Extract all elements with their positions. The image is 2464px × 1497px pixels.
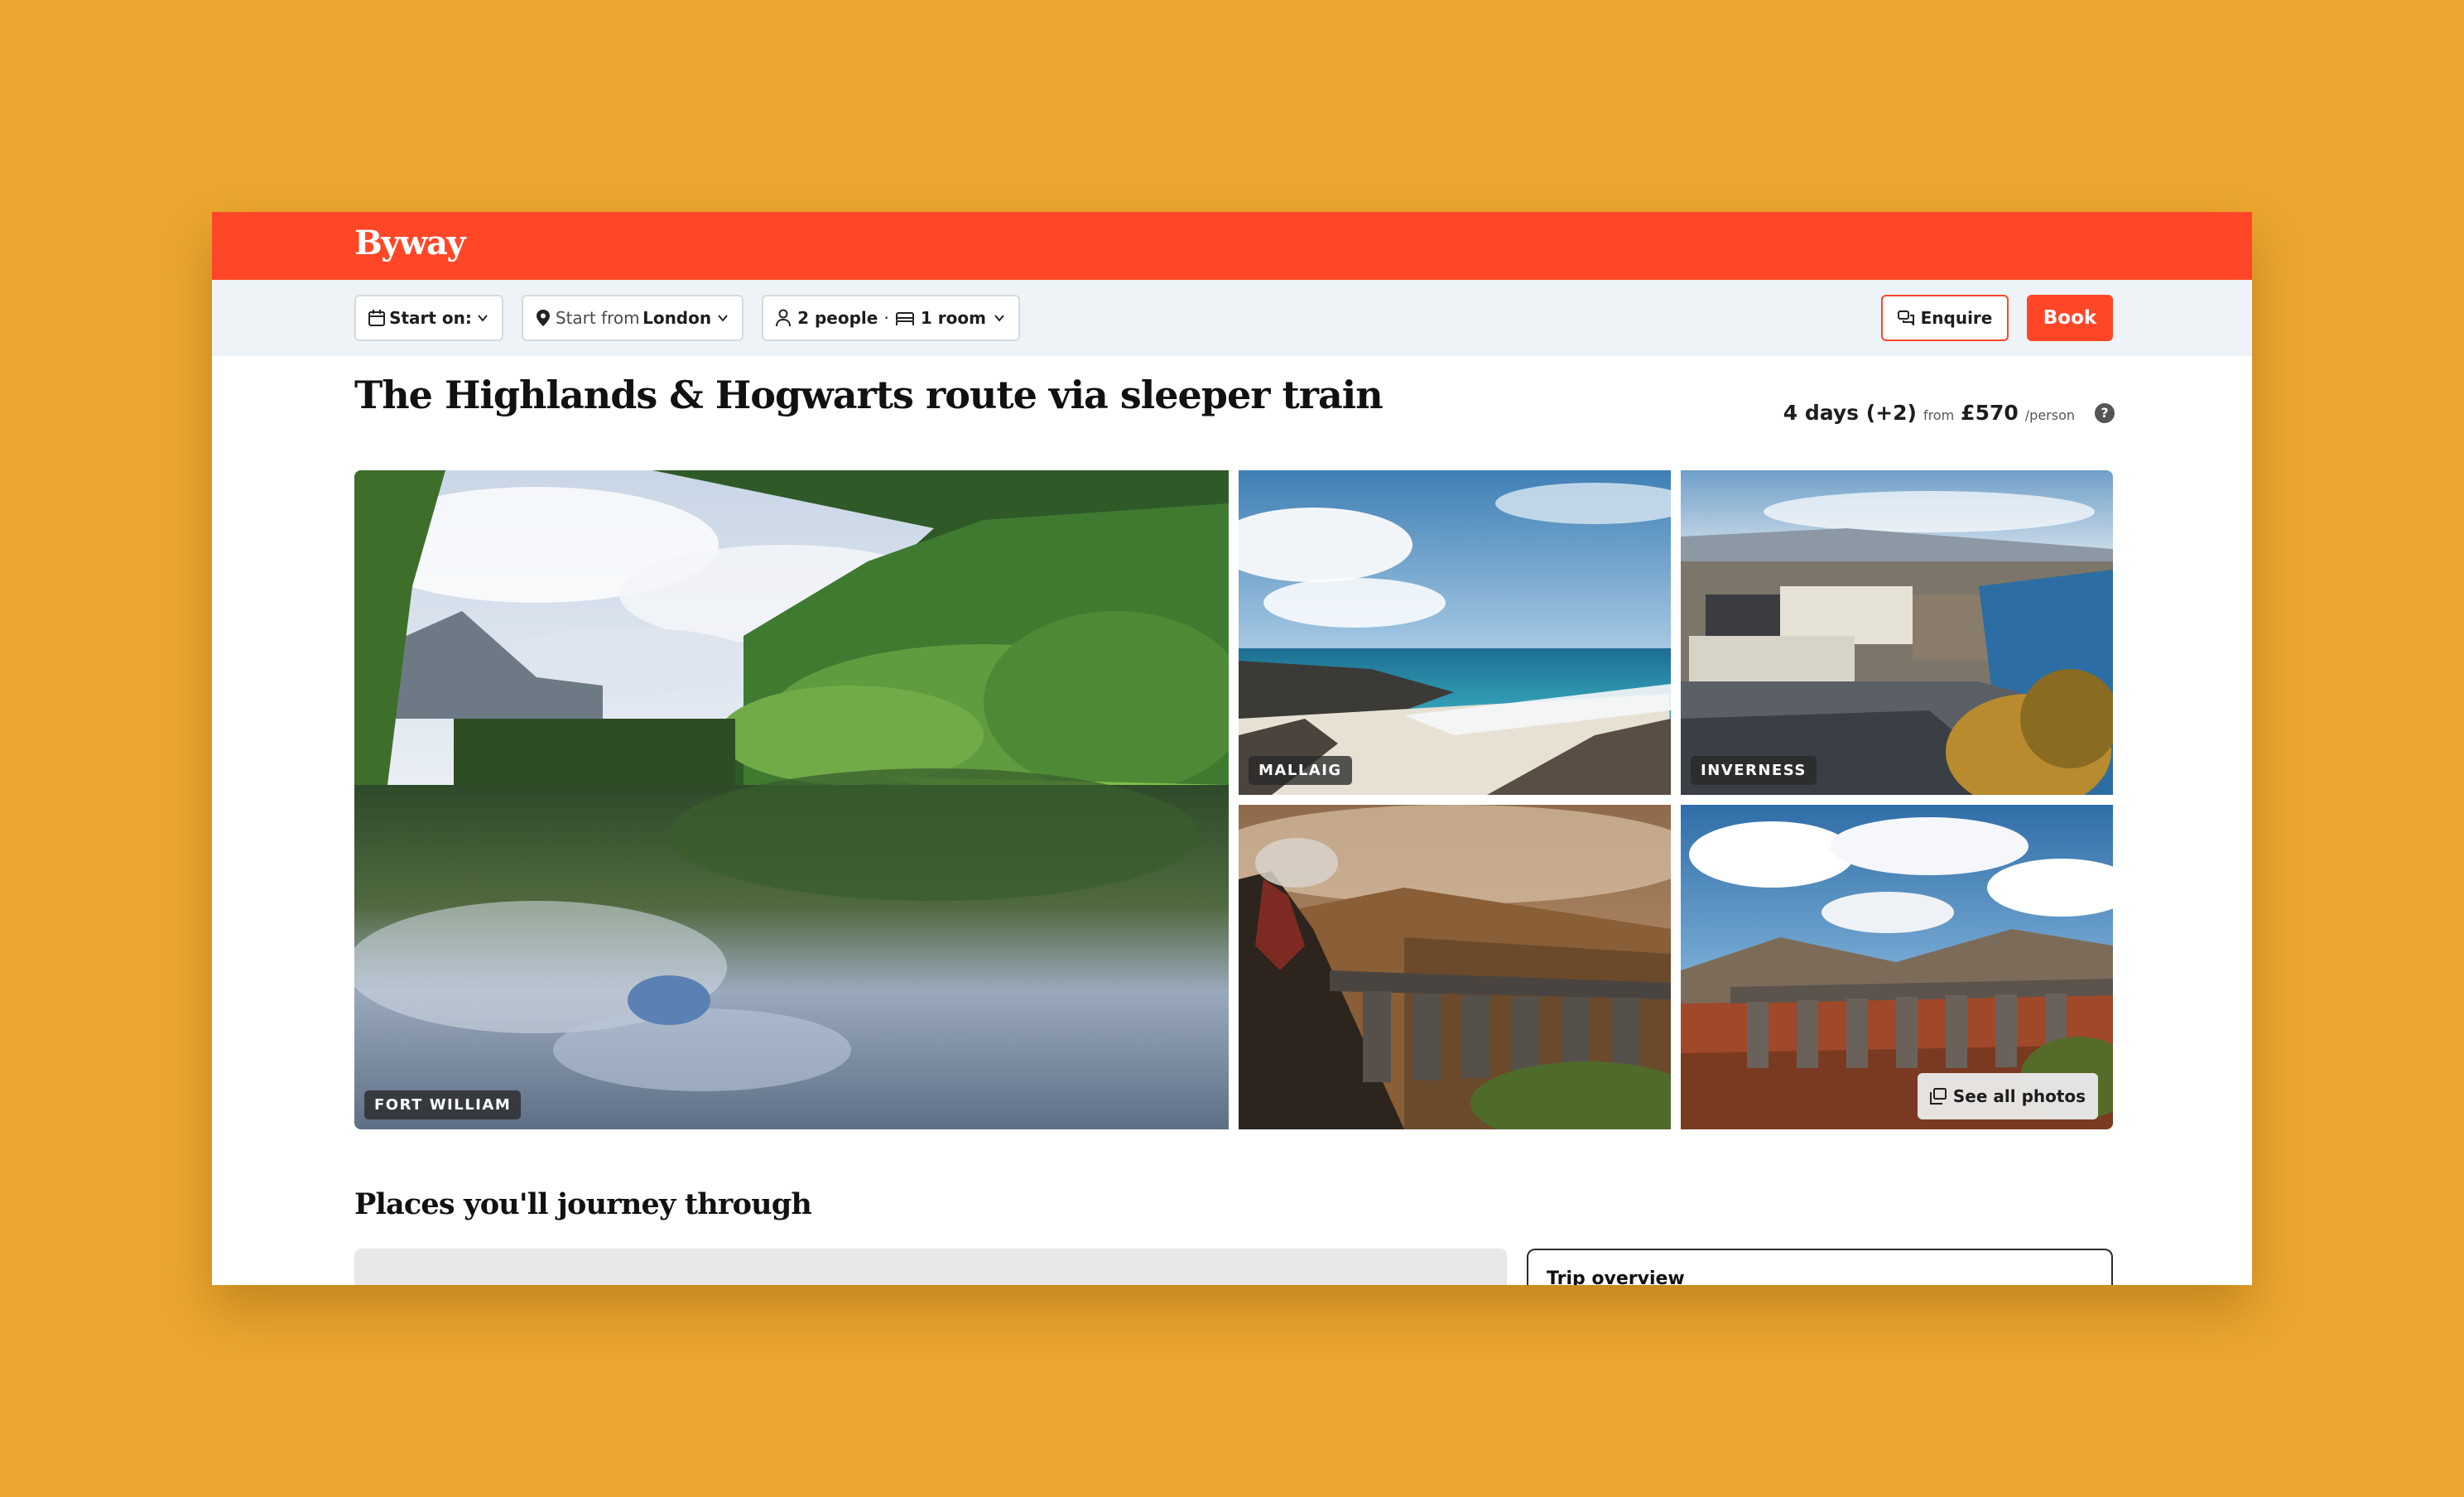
start-location-dropdown[interactable]: Start from London: [522, 295, 744, 341]
location-tag-mallaig: MALLAIG: [1249, 756, 1352, 785]
loch-photo: [354, 470, 1229, 1129]
photo-gallery: FORT WILLIAM MALLAIG INVERNESS See all p…: [354, 470, 2113, 1129]
browser-window: Byway Start on: Start from London 2 peop…: [212, 212, 2252, 1285]
bed-icon: [895, 312, 914, 325]
beach-photo: [1239, 470, 1671, 795]
byway-logo[interactable]: Byway: [354, 224, 466, 262]
room-count: 1 room: [920, 308, 986, 328]
help-icon[interactable]: ?: [2095, 402, 2115, 423]
gallery-icon: [1929, 1088, 1947, 1105]
trip-overview-label: Trip overview: [1547, 1268, 1685, 1285]
start-from-label: Start from: [555, 308, 640, 328]
chevron-down-icon: [718, 315, 728, 322]
train-viaduct-photo: [1239, 805, 1671, 1129]
photo-mallaig[interactable]: MALLAIG: [1239, 470, 1671, 795]
see-all-photos-label: See all photos: [1952, 1086, 2086, 1106]
photo-viaduct[interactable]: See all photos: [1681, 805, 2113, 1129]
start-date-dropdown[interactable]: Start on:: [354, 295, 503, 341]
trip-price-summary: 4 days (+2) from £570 /person ?: [1783, 401, 2115, 425]
photo-inverness[interactable]: INVERNESS: [1681, 470, 2113, 795]
trip-overview-card[interactable]: Trip overview: [1527, 1249, 2113, 1285]
price-from-label: from: [1923, 407, 1955, 423]
calendar-icon: [368, 310, 385, 326]
book-button[interactable]: Book: [2027, 295, 2113, 341]
location-tag-inverness: INVERNESS: [1691, 756, 1817, 785]
chevron-down-icon: [994, 315, 1004, 322]
enquire-button[interactable]: Enquire: [1881, 295, 2009, 341]
photo-steam-train[interactable]: [1239, 805, 1671, 1129]
trip-price: £570: [1961, 401, 2019, 425]
brand-bar: Byway: [212, 212, 2252, 280]
filter-bar: Start on: Start from London 2 people · 1…: [212, 280, 2252, 356]
people-count: 2 people: [797, 308, 878, 328]
page-title: The Highlands & Hogwarts route via sleep…: [354, 373, 1384, 417]
price-per-label: /person: [2024, 407, 2075, 423]
route-map[interactable]: [354, 1249, 1507, 1285]
start-date-label: Start on:: [389, 308, 472, 328]
photo-fort-william[interactable]: FORT WILLIAM: [354, 470, 1229, 1129]
person-icon: [776, 309, 791, 327]
town-photo: [1681, 470, 2113, 795]
map-pin-icon: [537, 310, 550, 326]
enquire-label: Enquire: [1920, 308, 1993, 328]
start-from-value: London: [642, 308, 712, 328]
trip-duration: 4 days (+2): [1783, 401, 1917, 425]
chat-icon: [1897, 310, 1914, 325]
chevron-down-icon: [478, 315, 488, 322]
location-tag-fort-william: FORT WILLIAM: [364, 1090, 522, 1119]
see-all-photos-button[interactable]: See all photos: [1918, 1073, 2098, 1119]
places-heading: Places you'll journey through: [354, 1187, 812, 1221]
traveller-separator: ·: [883, 308, 889, 328]
travellers-dropdown[interactable]: 2 people · 1 room: [762, 295, 1020, 341]
